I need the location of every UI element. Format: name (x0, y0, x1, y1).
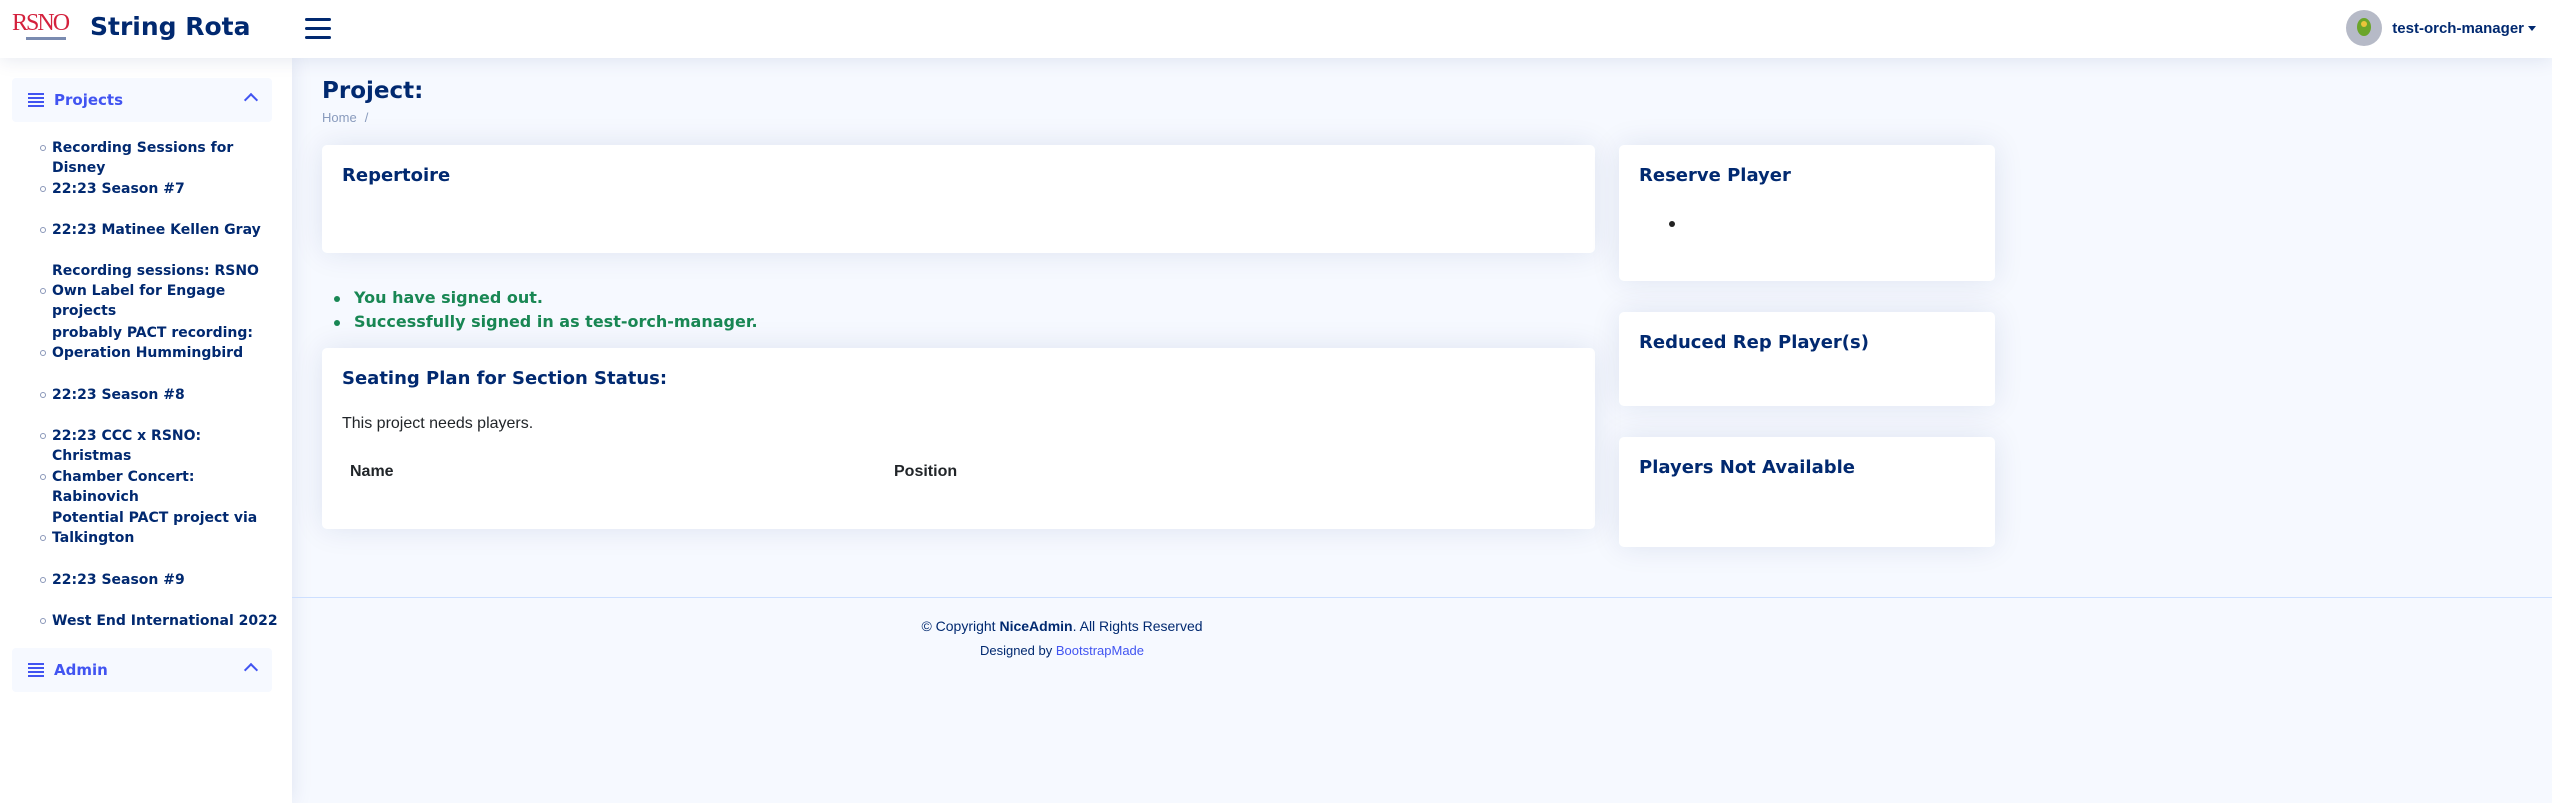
circle-icon (40, 186, 46, 192)
project-link[interactable]: Chamber Concert: Rabinovich (40, 467, 282, 507)
project-link[interactable]: 22:23 CCC x RSNO: Christmas (40, 426, 282, 466)
copyright: © Copyright NiceAdmin. All Rights Reserv… (921, 618, 1203, 634)
avatar (2346, 10, 2383, 46)
project-link[interactable]: Recording Sessions for Disney (40, 138, 282, 178)
profile-dropdown[interactable]: test-orch-manager (2346, 10, 2536, 46)
logo[interactable]: RSNO String Rota (12, 10, 251, 42)
reserve-player-card: Reserve Player (1619, 145, 1995, 281)
repertoire-card: Repertoire (322, 145, 1595, 253)
project-link[interactable]: Potential PACT project via Talkington (40, 508, 282, 548)
app-title: String Rota (90, 12, 251, 41)
page-title: Project: (322, 78, 424, 104)
seating-plan-card: Seating Plan for Section Status: This pr… (322, 348, 1595, 529)
circle-icon (40, 145, 46, 151)
sidebar-item-label: Projects (54, 91, 124, 109)
project-link[interactable]: 22:23 Season #8 (40, 385, 282, 405)
column-header-name: Name (350, 463, 394, 480)
project-link[interactable]: 22:23 Matinee Kellen Gray (40, 220, 282, 240)
hamburger-icon[interactable] (305, 18, 331, 40)
project-link[interactable]: 22:23 Season #9 (40, 570, 282, 590)
card-title: Repertoire (342, 165, 451, 186)
reduced-rep-card: Reduced Rep Player(s) (1619, 312, 1995, 406)
card-title: Players Not Available (1639, 457, 1855, 478)
project-link[interactable]: Recording sessions: RSNO Own Label for En… (40, 261, 282, 321)
sidebar-item-label: Admin (54, 661, 108, 679)
list-bullet (1669, 221, 1675, 227)
project-link[interactable]: probably PACT recording: Operation Hummin… (40, 323, 282, 363)
column-header-position: Position (894, 463, 958, 480)
list-icon (28, 93, 44, 107)
credits: Designed by BootstrapMade (979, 643, 1145, 658)
not-available-card: Players Not Available (1619, 437, 1995, 547)
card-title: Reserve Player (1639, 165, 1791, 186)
circle-icon (40, 350, 46, 356)
username: test-orch-manager (2392, 19, 2524, 37)
flash-messages: You have signed out. Successfully signed… (334, 286, 758, 334)
designer-link[interactable]: BootstrapMade (1056, 643, 1144, 658)
list-icon (28, 663, 44, 677)
chevron-up-icon (243, 92, 259, 108)
project-link[interactable]: West End International 2022 (40, 611, 282, 631)
circle-icon (40, 618, 46, 624)
card-title: Seating Plan for Section Status: (342, 368, 668, 389)
rsno-logo-icon: RSNO (12, 10, 70, 41)
circle-icon (40, 577, 46, 583)
breadcrumb: Home / (322, 110, 369, 125)
project-link[interactable]: 22:23 Season #7 (40, 179, 282, 199)
flash-message: You have signed out. (334, 286, 758, 310)
sidebar-item-projects[interactable]: Projects (12, 78, 272, 122)
flash-message: Successfully signed in as test-orch-mana… (334, 310, 758, 334)
sidebar: Projects Recording Sessions for Disney 2… (0, 58, 292, 803)
circle-icon (40, 227, 46, 233)
chevron-up-icon (243, 662, 259, 678)
circle-icon (40, 474, 46, 480)
footer-brand: NiceAdmin (999, 618, 1073, 634)
circle-icon (40, 535, 46, 541)
caret-down-icon (2528, 25, 2536, 31)
card-title: Reduced Rep Player(s) (1639, 332, 1869, 353)
logo-text: RSNO (12, 9, 70, 36)
breadcrumb-home[interactable]: Home (322, 110, 357, 125)
footer: © Copyright NiceAdmin. All Rights Reserv… (292, 597, 2552, 658)
circle-icon (40, 433, 46, 439)
sidebar-item-admin[interactable]: Admin (12, 648, 272, 692)
needs-players-text: This project needs players. (342, 415, 534, 432)
circle-icon (40, 392, 46, 398)
top-header: RSNO String Rota test-orch-manager (0, 0, 2552, 58)
circle-icon (40, 288, 46, 294)
